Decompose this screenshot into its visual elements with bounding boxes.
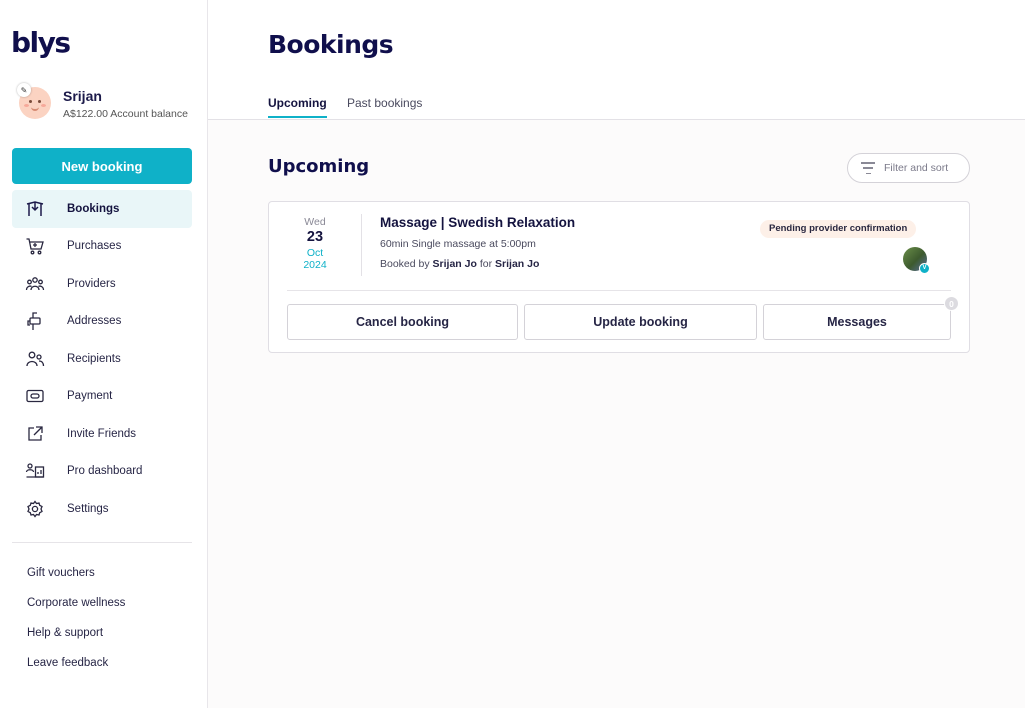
leave-feedback-link[interactable]: Leave feedback	[27, 653, 125, 683]
booking-date-month: Oct	[306, 247, 324, 259]
sidebar-item-payment[interactable]: Payment	[12, 378, 192, 416]
cancel-booking-button[interactable]: Cancel booking	[287, 304, 518, 340]
sidebar-item-label: Invite Friends	[67, 427, 137, 440]
sidebar-item-settings[interactable]: Settings	[12, 490, 192, 528]
messages-button[interactable]: Messages	[763, 304, 951, 340]
booking-by: Booked by Srijan Jo for Srijan Jo	[380, 258, 539, 270]
booked-by-name: Srijan Jo	[432, 258, 477, 270]
pro-dashboard-icon	[25, 461, 45, 481]
sidebar-item-label: Payment	[67, 390, 113, 403]
booking-date-day: 23	[306, 229, 324, 245]
bookings-icon	[25, 199, 45, 219]
page-title: Bookings	[268, 30, 394, 59]
status-badge: Pending provider confirmation	[760, 220, 917, 238]
recipient-name: Srijan Jo	[495, 258, 540, 270]
help-support-link[interactable]: Help & support	[27, 623, 125, 653]
sidebar-item-label: Pro dashboard	[67, 465, 143, 478]
sidebar: blys ✎ Srijan A$122.00 Account balance N…	[0, 0, 208, 708]
booking-date: Wed 23 Oct 2024	[287, 216, 343, 271]
section-title: Upcoming	[268, 156, 370, 177]
payment-icon	[25, 386, 45, 406]
filter-sort-label: Filter and sort	[884, 162, 949, 174]
message-count-badge: 0	[944, 296, 959, 311]
gear-icon	[25, 499, 45, 519]
sidebar-item-label: Bookings	[67, 202, 120, 215]
user-profile[interactable]: ✎ Srijan A$122.00 Account balance	[17, 83, 198, 124]
sidebar-footer-links: Gift vouchers Corporate wellness Help & …	[27, 563, 125, 683]
new-booking-button[interactable]: New booking	[12, 148, 192, 184]
tab-past-bookings[interactable]: Past bookings	[347, 96, 422, 116]
sidebar-item-invite-friends[interactable]: Invite Friends	[12, 415, 192, 453]
recipients-icon	[25, 349, 45, 369]
booking-card[interactable]: Wed 23 Oct 2024 Massage | Swedish Relaxa…	[268, 201, 970, 353]
sidebar-item-label: Addresses	[67, 315, 122, 328]
sidebar-item-purchases[interactable]: Purchases	[12, 228, 192, 266]
sidebar-nav: Bookings Purchases Providers Addresses R…	[12, 190, 192, 528]
tab-upcoming[interactable]: Upcoming	[268, 96, 327, 118]
sidebar-item-recipients[interactable]: Recipients	[12, 340, 192, 378]
corporate-wellness-link[interactable]: Corporate wellness	[27, 593, 125, 623]
sidebar-item-label: Settings	[67, 502, 109, 515]
verified-icon: V	[919, 263, 930, 274]
sidebar-item-label: Recipients	[67, 352, 121, 365]
sidebar-item-providers[interactable]: Providers	[12, 265, 192, 303]
share-icon	[25, 424, 45, 444]
for-word: for	[479, 258, 493, 270]
user-name: Srijan	[63, 88, 102, 104]
providers-icon	[25, 274, 45, 294]
update-booking-button[interactable]: Update booking	[524, 304, 757, 340]
sidebar-divider	[12, 542, 192, 543]
gift-vouchers-link[interactable]: Gift vouchers	[27, 563, 125, 593]
mailbox-icon	[25, 311, 45, 331]
sidebar-item-addresses[interactable]: Addresses	[12, 303, 192, 341]
date-divider	[361, 214, 362, 276]
card-divider	[287, 290, 951, 291]
page-header	[208, 0, 1025, 120]
sidebar-item-label: Providers	[67, 277, 116, 290]
filter-sort-button[interactable]: Filter and sort	[847, 153, 970, 183]
booking-date-dow: Wed	[304, 216, 326, 228]
booking-date-year: 2024	[303, 259, 327, 271]
blys-logo[interactable]: blys	[11, 26, 71, 59]
cart-icon	[25, 236, 45, 256]
pencil-icon[interactable]: ✎	[17, 83, 31, 97]
sidebar-item-pro-dashboard[interactable]: Pro dashboard	[12, 453, 192, 491]
booked-by-prefix: Booked by	[380, 258, 430, 270]
sidebar-item-label: Purchases	[67, 240, 122, 253]
booking-detail: 60min Single massage at 5:00pm	[380, 238, 536, 250]
account-balance: A$122.00 Account balance	[63, 108, 188, 120]
filter-icon	[861, 162, 875, 174]
booking-title[interactable]: Massage | Swedish Relaxation	[380, 215, 575, 230]
sidebar-item-bookings[interactable]: Bookings	[12, 190, 192, 228]
